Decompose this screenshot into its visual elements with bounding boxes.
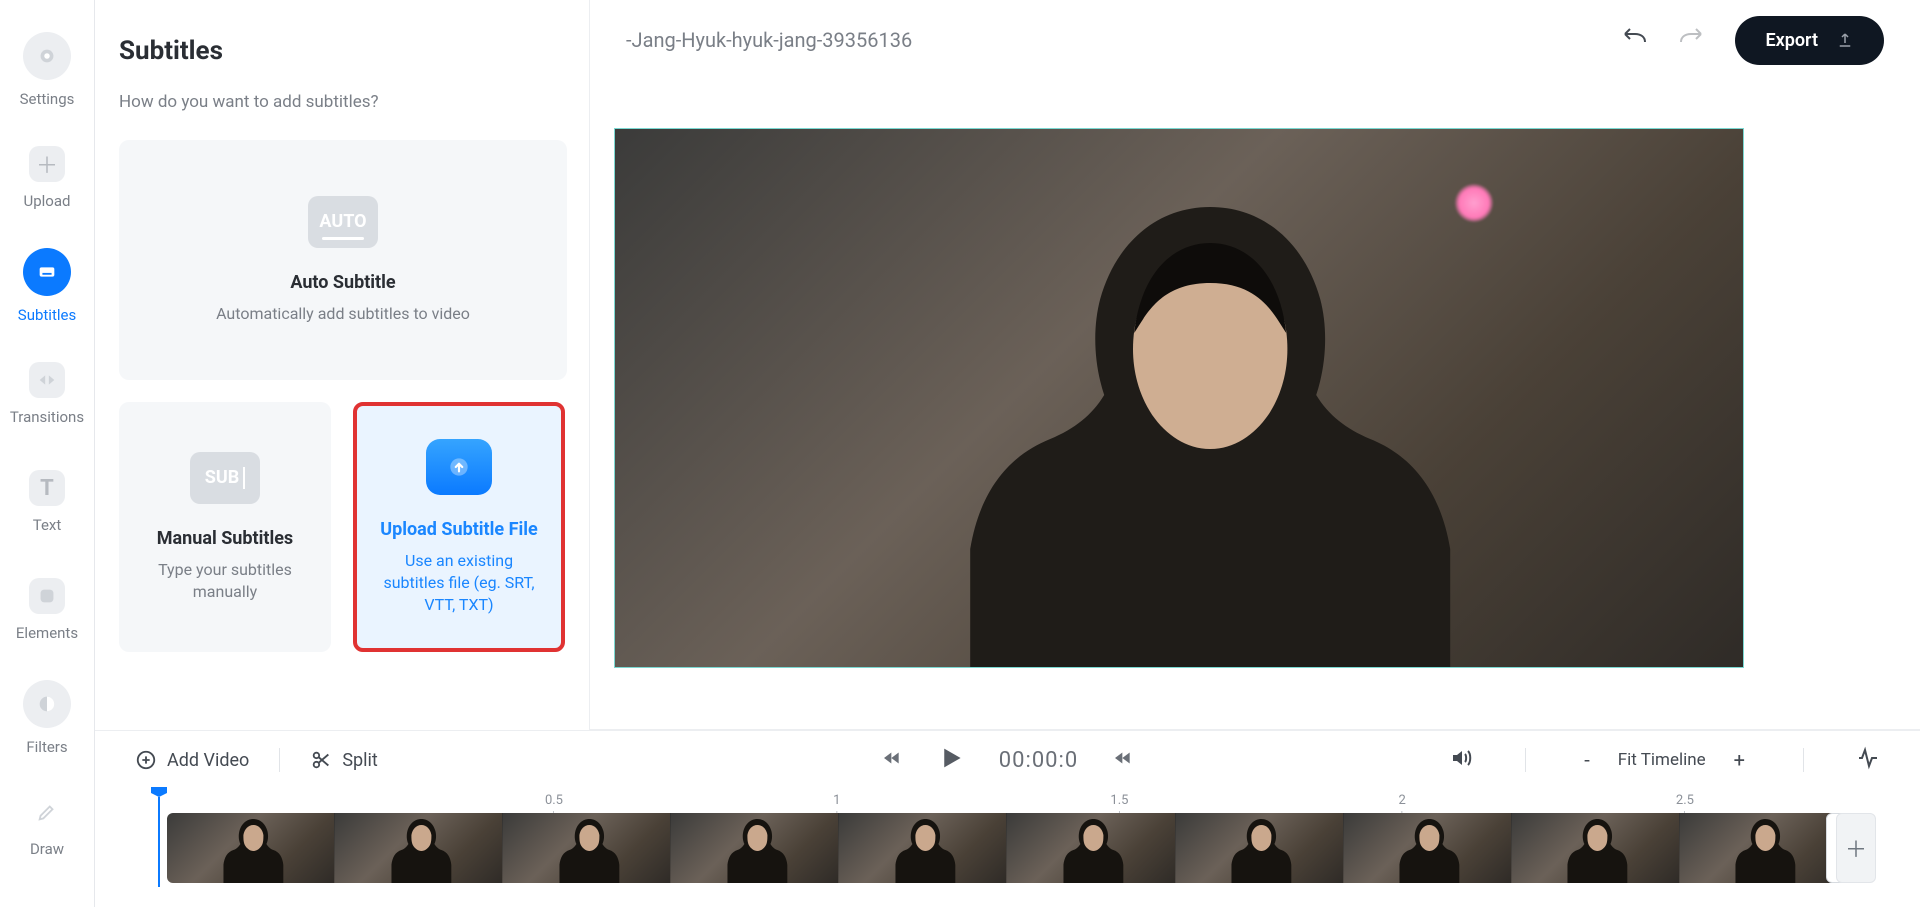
video-preview[interactable] [614, 128, 1744, 668]
project-title[interactable]: -Jang-Hyuk-hyuk-jang-39356136 [626, 28, 912, 52]
timeline-ruler[interactable]: 0.511.522.53 [131, 789, 1884, 813]
undo-button[interactable] [1619, 28, 1649, 52]
clip-thumbnail [1007, 813, 1175, 883]
clip-thumbnail [167, 813, 335, 883]
nav-label: Elements [16, 624, 78, 642]
export-button[interactable]: Export [1735, 16, 1884, 65]
subtitles-icon [23, 248, 71, 296]
auto-subtitle-title: Auto Subtitle [290, 272, 395, 293]
panel-prompt: How do you want to add subtitles? [119, 92, 565, 112]
time-display: 00:00:0 [999, 748, 1078, 773]
subtitles-panel: Subtitles How do you want to add subtitl… [95, 0, 590, 730]
plus-circle-icon [135, 749, 157, 771]
manual-subtitle-desc: Type your subtitles manually [137, 559, 313, 603]
nav-rail: Settings ＋ Upload Subtitles Transitions … [0, 0, 95, 907]
contrast-icon [23, 680, 71, 728]
split-button[interactable]: Split [310, 749, 377, 771]
clip-thumbnail [1344, 813, 1512, 883]
clip-thumbnail [503, 813, 671, 883]
add-video-button[interactable]: Add Video [135, 749, 249, 771]
export-label: Export [1765, 30, 1818, 51]
upload-subtitle-title: Upload Subtitle File [380, 519, 537, 540]
manual-icon: SUB [190, 452, 260, 504]
play-button[interactable] [937, 744, 965, 777]
zoom-in-button[interactable]: + [1728, 748, 1751, 772]
clip-thumbnail [335, 813, 503, 883]
activity-icon [1856, 746, 1880, 770]
export-icon [1836, 31, 1854, 49]
clip-thumbnail [839, 813, 1007, 883]
volume-button[interactable] [1449, 746, 1473, 775]
nav-label: Settings [20, 90, 75, 108]
clip-thumbnail [671, 813, 839, 883]
step-back-button[interactable] [881, 748, 903, 773]
auto-subtitle-card[interactable]: AUTO Auto Subtitle Automatically add sub… [119, 140, 567, 380]
nav-draw[interactable]: Draw [0, 772, 94, 880]
pencil-icon [29, 794, 65, 830]
gear-icon [23, 32, 71, 80]
nav-filters[interactable]: Filters [0, 664, 94, 772]
video-clip[interactable]: ⋮ [167, 813, 1848, 883]
waveform-button[interactable] [1856, 746, 1880, 775]
nav-text[interactable]: T Text [0, 448, 94, 556]
manual-subtitle-card[interactable]: SUB Manual Subtitles Type your subtitles… [119, 402, 331, 652]
auto-icon: AUTO [308, 196, 378, 248]
clip-thumbnail [1680, 813, 1848, 883]
speaker-icon [1449, 746, 1473, 770]
nav-label: Draw [30, 840, 64, 858]
nav-label: Transitions [10, 408, 84, 426]
scissors-icon [310, 749, 332, 771]
preview-header: -Jang-Hyuk-hyuk-jang-39356136 Export [590, 0, 1920, 80]
add-track-button[interactable]: ＋ [1836, 813, 1876, 883]
upload-file-icon [426, 439, 492, 495]
nav-label: Upload [24, 192, 71, 210]
clip-thumbnail [1512, 813, 1680, 883]
fit-timeline-button[interactable]: Fit Timeline [1618, 750, 1706, 770]
nav-transitions[interactable]: Transitions [0, 340, 94, 448]
plus-icon: ＋ [29, 146, 65, 182]
nav-upload[interactable]: ＋ Upload [0, 124, 94, 232]
auto-subtitle-desc: Automatically add subtitles to video [216, 303, 470, 325]
nav-elements[interactable]: Elements [0, 556, 94, 664]
panel-title: Subtitles [119, 36, 565, 66]
transitions-icon [29, 362, 65, 398]
upload-subtitle-card[interactable]: Upload Subtitle File Use an existing sub… [353, 402, 565, 652]
nav-label: Subtitles [18, 306, 76, 324]
step-forward-button[interactable] [1112, 748, 1134, 773]
person-silhouette [950, 157, 1470, 668]
clip-thumbnail [1176, 813, 1344, 883]
zoom-out-button[interactable]: - [1578, 748, 1596, 772]
preview-area: -Jang-Hyuk-hyuk-jang-39356136 Export [590, 0, 1920, 730]
text-icon: T [29, 470, 65, 506]
nav-label: Text [33, 516, 62, 534]
manual-subtitle-title: Manual Subtitles [157, 528, 293, 549]
upload-subtitle-desc: Use an existing subtitles file (eg. SRT,… [375, 550, 543, 616]
nav-subtitles[interactable]: Subtitles [0, 232, 94, 340]
redo-button[interactable] [1677, 28, 1707, 52]
elements-icon [29, 578, 65, 614]
nav-label: Filters [26, 738, 67, 756]
timeline-footer: Add Video Split 00:00:0 - Fit Tim [95, 730, 1920, 907]
timeline-toolbar: Add Video Split 00:00:0 - Fit Tim [95, 731, 1920, 789]
playhead[interactable] [151, 787, 167, 797]
nav-settings[interactable]: Settings [0, 16, 94, 124]
